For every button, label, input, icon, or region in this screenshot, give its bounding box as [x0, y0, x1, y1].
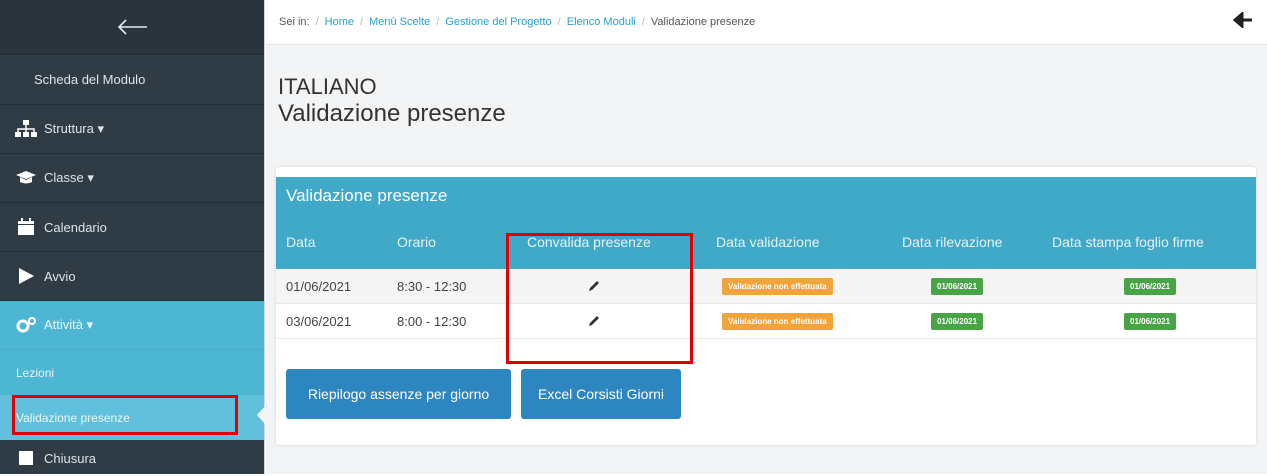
sidebar-item-label: Attività ▾ [44, 317, 94, 332]
status-badge: Validazione non effettuata [722, 312, 833, 330]
sidebar: Scheda del Modulo Struttura ▾ Classe ▾ C… [0, 0, 265, 474]
sidebar-item-attivita[interactable]: Attività ▾ [0, 301, 264, 350]
cell-orario: 8:30 - 12:30 [397, 278, 467, 294]
breadcrumb-prefix: Sei in: [279, 16, 310, 28]
sidebar-item-chiusura[interactable]: Chiusura [0, 440, 264, 476]
column-header-data-rilevazione: Data rilevazione [902, 234, 1003, 250]
edit-icon[interactable] [587, 269, 601, 303]
sitemap-icon [14, 120, 38, 138]
table-row: 01/06/2021 8:30 - 12:30 Validazione non … [276, 269, 1256, 304]
sidebar-subitem-label: Validazione presenze [16, 410, 130, 425]
date-badge: 01/06/2021 [1124, 277, 1177, 295]
sidebar-item-struttura[interactable]: Struttura ▾ [0, 105, 264, 154]
breadcrumb-current: Validazione presenze [650, 16, 756, 28]
back-arrow-icon[interactable] [1232, 10, 1253, 31]
main-content: Sei in: / Home / Menù Scelte / Gestione … [266, 0, 1267, 474]
column-header-data: Data [286, 234, 316, 250]
calendar-icon [14, 218, 38, 236]
breadcrumb-separator: / [557, 16, 561, 28]
table-row: 03/06/2021 8:00 - 12:30 Validazione non … [276, 304, 1256, 339]
breadcrumb-gestione-progetto[interactable]: Gestione del Progetto [445, 16, 551, 28]
status-badge: Validazione non effettuata [722, 277, 833, 295]
breadcrumb-separator: / [315, 16, 319, 28]
sidebar-subitem-validazione[interactable]: Validazione presenze [0, 395, 264, 440]
page-title-section: Validazione presenze [278, 100, 506, 127]
sidebar-collapse-button[interactable] [0, 0, 264, 55]
breadcrumb-separator: / [359, 16, 364, 28]
sidebar-item-calendario[interactable]: Calendario [0, 203, 264, 252]
excel-corsisti-button[interactable]: Excel Corsisti Giorni [521, 369, 681, 419]
sidebar-item-scheda[interactable]: Scheda del Modulo [0, 55, 264, 105]
column-header-orario: Orario [397, 234, 436, 250]
validation-panel: Validazione presenze Data Orario Convali… [276, 167, 1256, 445]
page-title: ITALIANO Validazione presenze [278, 75, 1267, 129]
active-item-pointer [257, 405, 266, 425]
breadcrumb-separator: / [436, 16, 440, 28]
cell-orario: 8:00 - 12:30 [397, 313, 467, 329]
square-icon [14, 450, 38, 466]
column-header-data-validazione: Data validazione [716, 234, 820, 250]
table-header: Data Orario Convalida presenze Data vali… [276, 215, 1256, 269]
graduation-cap-icon [14, 170, 38, 186]
sidebar-subitem-lezioni[interactable]: Lezioni [0, 350, 264, 395]
sidebar-item-classe[interactable]: Classe ▾ [0, 154, 264, 203]
sidebar-item-label: Avvio [44, 268, 76, 284]
arrow-left-icon [117, 19, 147, 35]
breadcrumb-menu-scelte[interactable]: Menù Scelte [369, 16, 430, 28]
gears-icon [14, 316, 38, 334]
page-title-module: ITALIANO [278, 74, 377, 99]
breadcrumb-home[interactable]: Home [325, 16, 354, 28]
sidebar-item-label: Struttura ▾ [44, 121, 104, 136]
panel-title: Validazione presenze [276, 177, 1256, 215]
column-header-data-stampa: Data stampa foglio firme [1052, 234, 1204, 250]
sidebar-item-label: Chiusura [44, 450, 97, 466]
date-badge: 01/06/2021 [931, 277, 984, 295]
column-header-convalida: Convalida presenze [527, 234, 651, 250]
breadcrumb-elenco-moduli[interactable]: Elenco Moduli [567, 16, 636, 28]
riepilogo-assenze-button[interactable]: Riepilogo assenze per giorno [286, 369, 511, 419]
date-badge: 01/06/2021 [931, 312, 984, 330]
sidebar-subitem-label: Lezioni [16, 365, 55, 380]
sidebar-item-label: Classe ▾ [44, 170, 94, 185]
sidebar-item-label: Scheda del Modulo [34, 72, 146, 87]
cell-data: 03/06/2021 [286, 313, 352, 329]
cell-data: 01/06/2021 [286, 278, 352, 294]
sidebar-item-avvio[interactable]: Avvio [0, 252, 264, 301]
play-icon [14, 267, 38, 285]
breadcrumb: Sei in: / Home / Menù Scelte / Gestione … [266, 0, 1267, 45]
sidebar-item-label: Calendario [44, 219, 107, 235]
edit-icon[interactable] [587, 304, 601, 338]
date-badge: 01/06/2021 [1124, 312, 1177, 330]
breadcrumb-separator: / [641, 16, 645, 28]
